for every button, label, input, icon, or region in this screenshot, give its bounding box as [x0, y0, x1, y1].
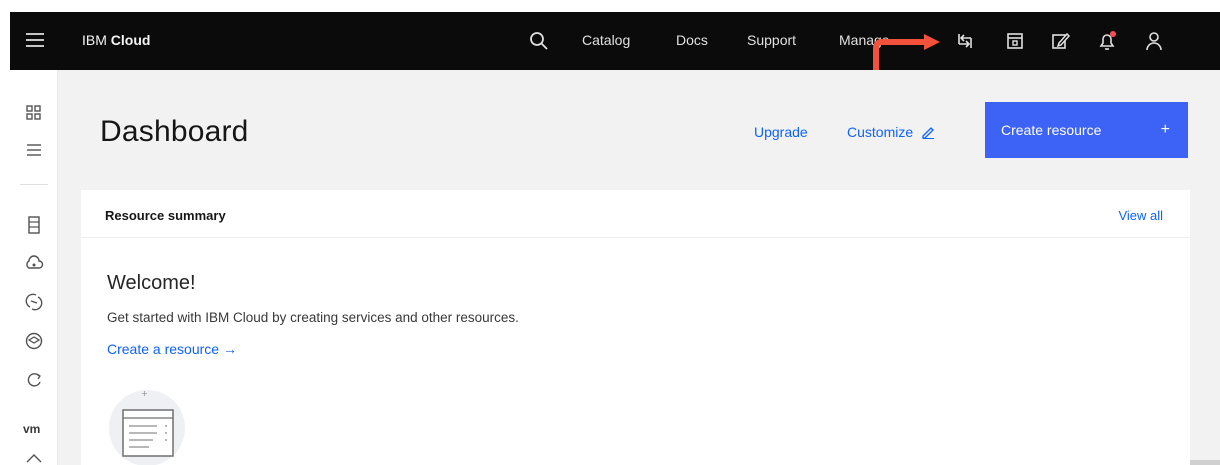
vmware-icon[interactable]: vm	[23, 422, 40, 436]
switch-account-icon[interactable]	[954, 30, 976, 52]
welcome-description: Get started with IBM Cloud by creating s…	[107, 310, 519, 325]
customize-link[interactable]: Customize	[847, 124, 935, 140]
scrollbar[interactable]	[1190, 460, 1220, 465]
create-resource-button[interactable]: Create resource +	[985, 102, 1188, 158]
resource-summary-card: Resource summary View all Welcome! Get s…	[81, 190, 1190, 465]
customize-label: Customize	[847, 124, 914, 140]
kubernetes-icon[interactable]	[24, 331, 44, 351]
page-title: Dashboard	[100, 115, 249, 148]
create-resource-link[interactable]: Create a resource →	[107, 341, 237, 357]
resource-list-icon[interactable]	[24, 140, 44, 160]
pencil-icon	[922, 127, 935, 139]
search-icon[interactable]	[528, 30, 550, 52]
card-title: Resource summary	[105, 208, 226, 223]
sidebar-divider	[20, 184, 48, 185]
partial-sidebar-icon[interactable]	[24, 452, 44, 465]
user-icon[interactable]	[1143, 30, 1165, 52]
brand-prefix: IBM	[82, 32, 107, 48]
view-all-link[interactable]: View all	[1118, 208, 1163, 223]
upgrade-link[interactable]: Upgrade	[754, 124, 808, 140]
welcome-heading: Welcome!	[107, 272, 196, 294]
nav-catalog[interactable]: Catalog	[582, 32, 630, 48]
red-arrow-annotation-icon	[873, 34, 940, 72]
card-header: Resource summary View all	[81, 190, 1190, 238]
notifications-icon[interactable]	[1096, 30, 1118, 52]
brand-logo[interactable]: IBM Cloud	[82, 32, 150, 48]
nav-support[interactable]: Support	[747, 32, 796, 48]
brand-name: Cloud	[110, 32, 151, 48]
interconnect-icon[interactable]	[24, 292, 44, 312]
svg-text:+: +	[141, 389, 148, 398]
cost-estimator-icon[interactable]	[1004, 30, 1026, 52]
top-navigation-bar: IBM Cloud Catalog Docs Support Manage	[10, 12, 1220, 70]
openshift-icon[interactable]	[24, 370, 44, 390]
nav-docs[interactable]: Docs	[676, 32, 708, 48]
dashboard-icon[interactable]	[24, 103, 44, 123]
plus-icon: +	[1160, 121, 1170, 138]
main-content: Dashboard Upgrade Customize Create resou…	[58, 70, 1220, 465]
menu-icon[interactable]	[26, 33, 44, 47]
left-sidebar: vm	[10, 70, 58, 465]
resource-illustration-icon: +	[109, 389, 185, 465]
edit-icon[interactable]	[1049, 30, 1071, 52]
cloud-foundry-icon[interactable]	[24, 253, 44, 273]
create-resource-label: Create resource	[1001, 122, 1102, 138]
classic-infrastructure-icon[interactable]	[24, 215, 44, 235]
